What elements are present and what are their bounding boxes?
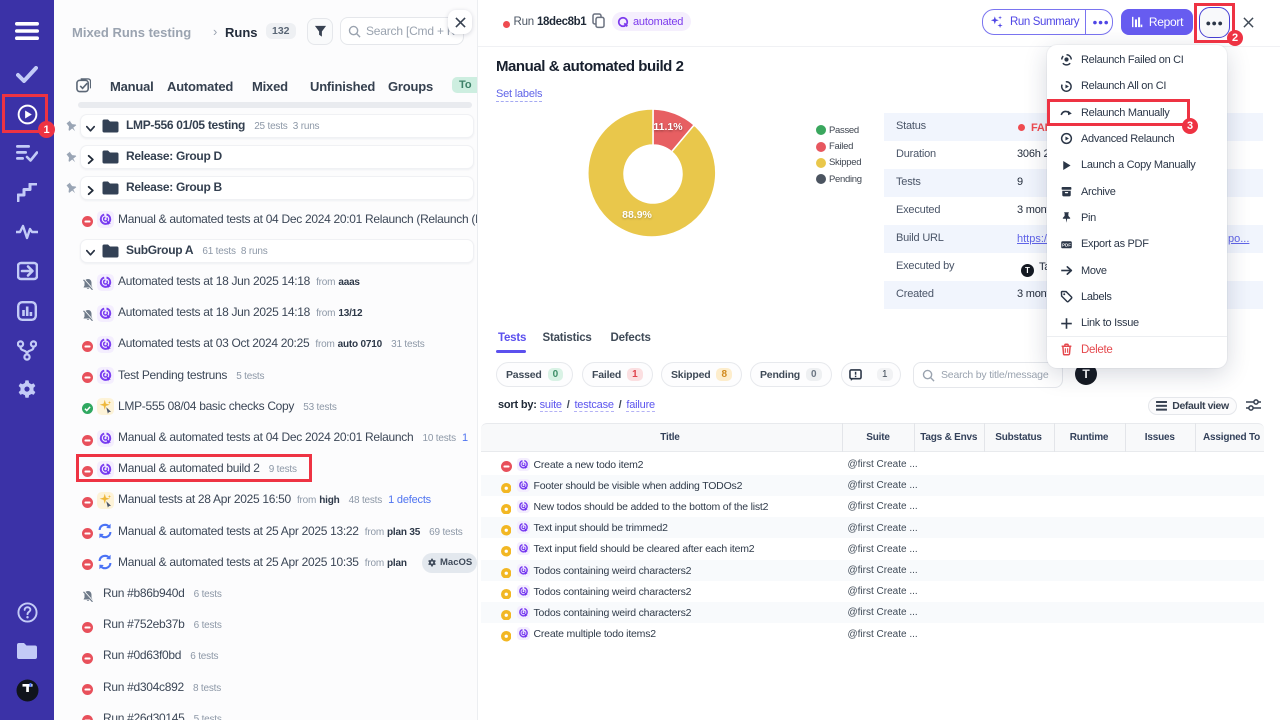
svg-text:11.1%: 11.1% xyxy=(653,121,683,133)
svg-text:88.9%: 88.9% xyxy=(622,209,652,221)
svg-text:PDF: PDF xyxy=(1062,242,1071,247)
